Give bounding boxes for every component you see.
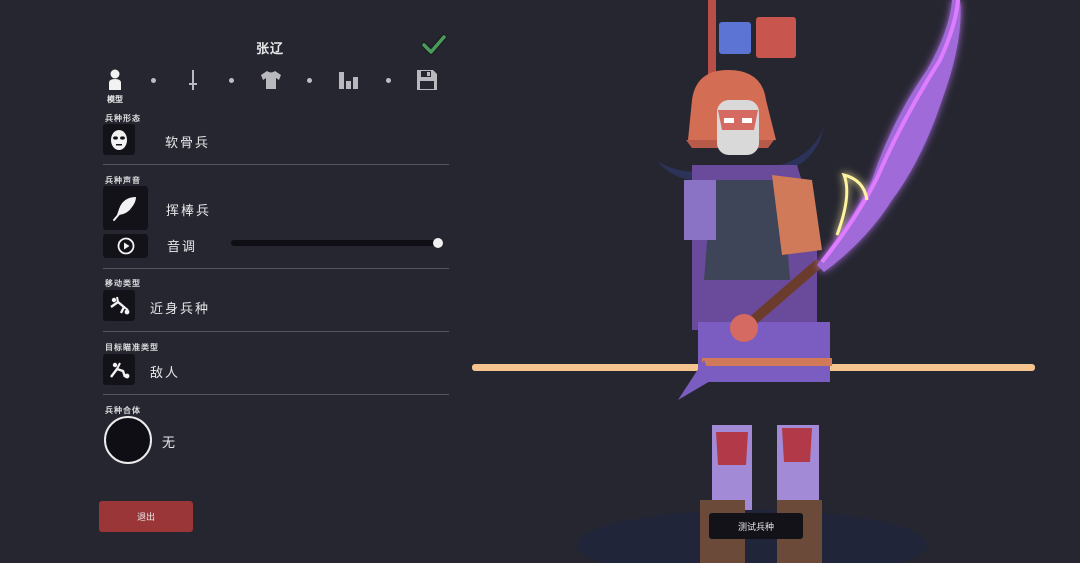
targeting-value[interactable]: 敌人 (150, 362, 180, 381)
mask-face-icon (111, 129, 127, 150)
combine-slot-button[interactable] (104, 416, 152, 464)
unit-name-title[interactable]: 张辽 (220, 38, 320, 57)
unit-character-model (656, 0, 832, 563)
section-label-combine: 兵种合体 (105, 406, 141, 415)
test-unit-button[interactable]: 测试兵种 (709, 513, 803, 539)
person-icon (109, 69, 121, 90)
divider (103, 394, 449, 395)
confirm-check-icon[interactable] (420, 32, 448, 58)
unit-preview-stage[interactable] (472, 0, 1080, 563)
tab-weapon[interactable] (184, 68, 202, 92)
tab-separator (307, 78, 312, 83)
movement-icon-button[interactable] (103, 290, 135, 321)
target-unit-icon (110, 362, 130, 378)
tab-model[interactable] (104, 68, 126, 92)
play-icon (117, 237, 134, 255)
section-label-voice: 兵种声音 (105, 176, 141, 185)
tab-separator (386, 78, 391, 83)
section-label-targeting: 目标瞄准类型 (105, 343, 159, 352)
tab-stats[interactable] (337, 68, 361, 92)
pitch-slider-handle[interactable] (433, 238, 443, 248)
exit-button[interactable]: 退出 (99, 501, 193, 532)
running-unit-icon (110, 296, 130, 314)
tab-clothing[interactable] (258, 68, 284, 92)
tab-separator (151, 78, 156, 83)
form-icon-button[interactable] (103, 124, 135, 155)
glaive-blade (817, 0, 961, 272)
bar-chart-icon (339, 72, 358, 89)
form-value[interactable]: 软骨兵 (165, 132, 210, 151)
divider (103, 268, 449, 269)
tab-separator (229, 78, 234, 83)
team-red-selector[interactable] (756, 17, 796, 58)
team-blue-selector[interactable] (719, 22, 751, 54)
play-voice-button[interactable] (103, 234, 148, 258)
movement-value[interactable]: 近身兵种 (150, 298, 210, 317)
shirt-icon (261, 71, 281, 89)
pitch-slider[interactable] (231, 240, 443, 246)
divider (103, 331, 449, 332)
pitch-label: 音调 (167, 240, 198, 255)
divider (103, 164, 449, 165)
combine-value: 无 (162, 436, 178, 451)
voice-icon-button[interactable] (103, 186, 148, 230)
feather-icon (112, 197, 136, 221)
floppy-disk-icon (417, 70, 437, 90)
tab-save[interactable] (415, 68, 439, 92)
targeting-icon-button[interactable] (103, 354, 135, 385)
sword-icon (189, 70, 197, 90)
tab-model-label: 模型 (107, 95, 123, 104)
section-label-movement: 移动类型 (105, 279, 141, 288)
section-label-form: 兵种形态 (105, 114, 141, 123)
voice-value[interactable]: 挥棒兵 (166, 200, 211, 219)
